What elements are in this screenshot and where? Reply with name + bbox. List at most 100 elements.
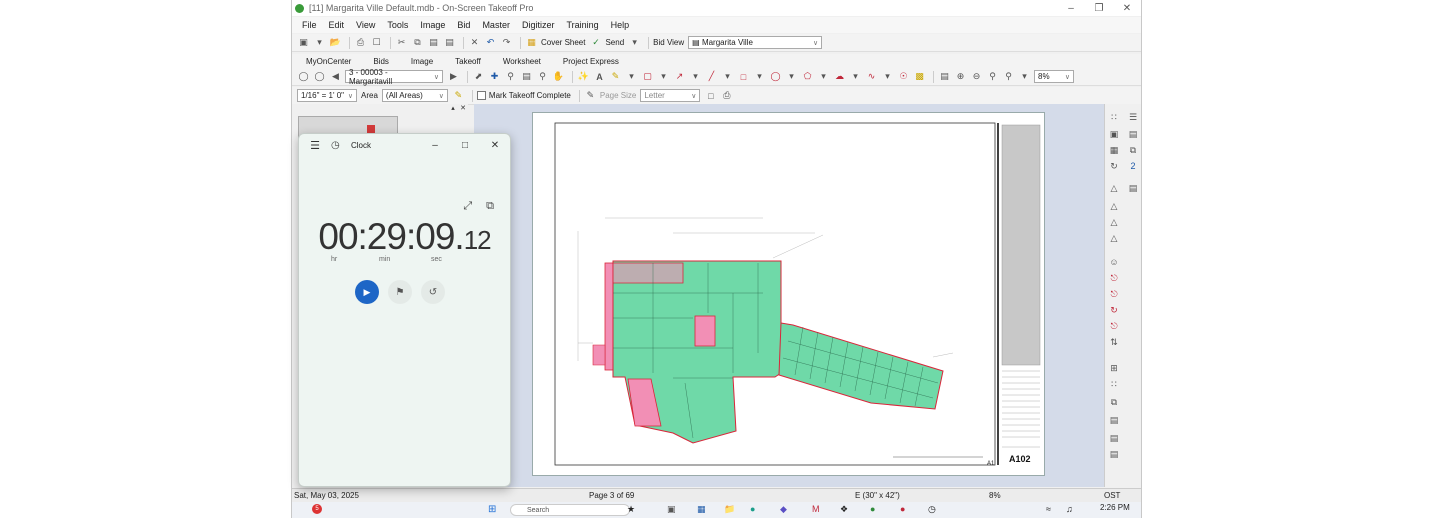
- zoom-window-icon[interactable]: ⚲: [536, 70, 549, 83]
- dropdown-arrow-icon[interactable]: ▾: [881, 70, 894, 83]
- polygon-tool-icon[interactable]: ⬠: [801, 70, 814, 83]
- page-select[interactable]: 3 - 00003 - Margaritavill ∨: [345, 68, 443, 86]
- menu-bid[interactable]: Bid: [457, 20, 470, 30]
- comment-icon[interactable]: ▤: [1127, 128, 1139, 140]
- tab-project-express[interactable]: Project Express: [563, 57, 619, 66]
- print-icon[interactable]: ⎙: [354, 36, 367, 49]
- print-page-icon[interactable]: ⎙: [720, 89, 733, 102]
- dropdown-arrow-icon[interactable]: ▾: [689, 70, 702, 83]
- page-two-icon[interactable]: 2: [1127, 160, 1139, 172]
- taskbar-clock-icon[interactable]: ◷: [928, 504, 936, 515]
- wifi-icon[interactable]: ≈: [1046, 504, 1051, 514]
- restore-icon[interactable]: ❐: [1085, 3, 1113, 14]
- taskbar-app4-icon[interactable]: ●: [870, 504, 875, 514]
- taskbar-view-icon[interactable]: ▣: [667, 504, 676, 515]
- callout-icon[interactable]: ▢: [641, 70, 654, 83]
- dropdown-arrow-icon[interactable]: ▾: [753, 70, 766, 83]
- open-folder-icon[interactable]: 📂: [329, 36, 342, 49]
- align-icon[interactable]: ∷: [1108, 378, 1120, 390]
- select-pointer-icon[interactable]: ⬈: [472, 70, 485, 83]
- layer-icon[interactable]: ▣: [1108, 128, 1120, 140]
- freehand-tool-icon[interactable]: ∿: [865, 70, 878, 83]
- mark-takeoff-complete-checkbox[interactable]: [476, 91, 486, 100]
- delete-icon[interactable]: ✕: [468, 36, 481, 49]
- dropdown-arrow-icon[interactable]: ▾: [625, 70, 638, 83]
- dropdown-arrow-icon[interactable]: ▾: [785, 70, 798, 83]
- hamburger-menu-icon[interactable]: ☰: [303, 139, 327, 152]
- cutout-icon[interactable]: ⎋: [1108, 288, 1120, 300]
- menu-master[interactable]: Master: [482, 20, 510, 30]
- zoom-select[interactable]: 8% ∨: [1034, 70, 1074, 83]
- clock-close-icon[interactable]: ✕: [480, 140, 510, 151]
- previous-page-icon[interactable]: ◀: [329, 70, 342, 83]
- dropdown-arrow-icon[interactable]: ▾: [817, 70, 830, 83]
- refresh-icon[interactable]: ↻: [1108, 160, 1120, 172]
- back-circle-icon[interactable]: ◯: [297, 70, 310, 83]
- export-icon[interactable]: ▤: [1108, 448, 1120, 460]
- document-list-icon[interactable]: ▤: [1127, 182, 1139, 194]
- pin-icon[interactable]: ▴: [448, 104, 458, 114]
- linear-tool-icon[interactable]: △: [1108, 216, 1120, 228]
- play-button[interactable]: ▶: [355, 280, 379, 304]
- dropdown-arrow-icon[interactable]: ▾: [657, 70, 670, 83]
- scale-select[interactable]: 1/16" = 1' 0" ∨: [297, 89, 357, 102]
- panel-close-icon[interactable]: ✕: [458, 104, 468, 114]
- rotate-icon[interactable]: ↻: [1108, 304, 1120, 316]
- taskbar-search-input[interactable]: Search: [510, 504, 630, 516]
- cut-icon[interactable]: ✂: [395, 36, 408, 49]
- zoom-fit-icon[interactable]: ▤: [938, 70, 951, 83]
- cover-sheet-button[interactable]: Cover Sheet: [541, 38, 585, 47]
- taskbar-chrome-icon[interactable]: ●: [900, 504, 905, 514]
- taskbar-app3-icon[interactable]: ❖: [840, 504, 848, 515]
- area-select[interactable]: (All Areas) ∨: [381, 89, 448, 102]
- crosshair-icon[interactable]: ✚: [488, 70, 501, 83]
- measure-icon[interactable]: ⇅: [1108, 336, 1120, 348]
- cloud-tool-icon[interactable]: ☁: [833, 70, 846, 83]
- undo-icon[interactable]: ↶: [484, 36, 497, 49]
- taskbar-explorer-icon[interactable]: 📁: [724, 504, 735, 515]
- taskbar-edge-icon[interactable]: ●: [750, 504, 755, 514]
- menu-help[interactable]: Help: [611, 20, 630, 30]
- forward-circle-icon[interactable]: ◯: [313, 70, 326, 83]
- count-tool-icon[interactable]: △: [1108, 232, 1120, 244]
- overlay-icon[interactable]: ⧉: [1127, 144, 1139, 156]
- dropdown-arrow-icon[interactable]: ▾: [721, 70, 734, 83]
- windows-start-icon[interactable]: ⊞: [488, 504, 496, 515]
- chart-icon[interactable]: △: [1108, 182, 1120, 194]
- paste-icon[interactable]: ▤: [427, 36, 440, 49]
- bounds-icon[interactable]: ⊞: [1108, 362, 1120, 374]
- text-tool-icon[interactable]: A: [593, 70, 606, 83]
- menu-view[interactable]: View: [356, 20, 375, 30]
- list-icon[interactable]: ☰: [1127, 111, 1139, 123]
- tab-takeoff[interactable]: Takeoff: [455, 57, 481, 66]
- paste-special-icon[interactable]: ▤: [443, 36, 456, 49]
- dropdown-arrow-icon[interactable]: ▾: [313, 36, 326, 49]
- zoom-icon[interactable]: ⚲: [504, 70, 517, 83]
- zoom-in-icon[interactable]: ⊕: [954, 70, 967, 83]
- expand-icon[interactable]: ⤢: [463, 200, 472, 213]
- dropdown-arrow-icon[interactable]: ▾: [849, 70, 862, 83]
- area-tool-icon[interactable]: △: [1108, 200, 1120, 212]
- line-tool-icon[interactable]: ╱: [705, 70, 718, 83]
- copy-icon[interactable]: ⧉: [411, 36, 424, 49]
- redo-icon[interactable]: ↷: [500, 36, 513, 49]
- menu-image[interactable]: Image: [420, 20, 445, 30]
- clock-minimize-icon[interactable]: –: [420, 140, 450, 151]
- menu-file[interactable]: File: [302, 20, 317, 30]
- page-size-select[interactable]: Letter ∨: [640, 89, 701, 102]
- arrow-tool-icon[interactable]: ↗: [673, 70, 686, 83]
- clock-maximize-icon[interactable]: □: [450, 140, 480, 151]
- new-bid-icon[interactable]: ▣: [297, 36, 310, 49]
- send-button[interactable]: Send: [605, 38, 624, 47]
- snap-icon[interactable]: ∷: [1108, 111, 1120, 123]
- split-icon[interactable]: ▤: [1108, 414, 1120, 426]
- ellipse-tool-icon[interactable]: ◯: [769, 70, 782, 83]
- tab-worksheet[interactable]: Worksheet: [503, 57, 541, 66]
- menu-edit[interactable]: Edit: [329, 20, 345, 30]
- rectangle-tool-icon[interactable]: □: [737, 70, 750, 83]
- taskbar-mail-icon[interactable]: M: [812, 504, 820, 514]
- annotation-icon[interactable]: ✨: [577, 70, 590, 83]
- person-icon[interactable]: ☺: [1108, 256, 1120, 268]
- reset-button[interactable]: ↺: [421, 280, 445, 304]
- taskbar-app2-icon[interactable]: ◆: [780, 504, 787, 515]
